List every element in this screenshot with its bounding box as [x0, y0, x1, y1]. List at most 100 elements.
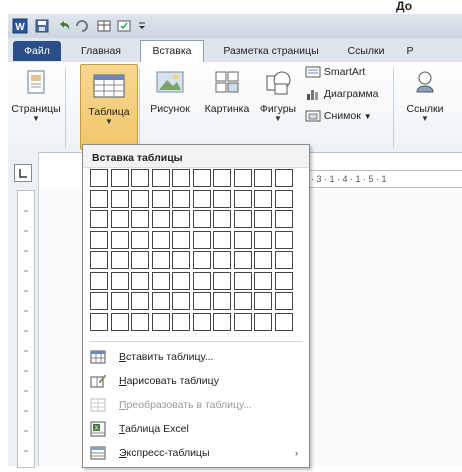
undo-icon[interactable]	[56, 18, 72, 34]
table-grid-cell[interactable]	[172, 230, 190, 249]
table-grid-cell[interactable]	[254, 251, 272, 269]
menu-item-insert-table[interactable]: Вставить таблицу...	[84, 347, 308, 367]
table-grid-cell[interactable]	[90, 251, 108, 269]
table-grid-cell[interactable]	[213, 292, 231, 310]
pages-button[interactable]: Страницы ▼	[10, 68, 62, 123]
table-grid-cell[interactable]	[90, 189, 108, 208]
redo-icon[interactable]	[74, 18, 90, 34]
table-grid-cell[interactable]	[254, 292, 272, 310]
table-size-grid[interactable]	[90, 169, 302, 333]
table-grid-cell[interactable]	[110, 292, 129, 310]
table-grid-cell[interactable]	[233, 210, 252, 228]
horizontal-ruler[interactable]: · 1 · 3 · 1 · 4 · 1 · 5 · 1	[292, 170, 462, 188]
table-grid-cell[interactable]	[254, 271, 272, 290]
table-grid-cell[interactable]	[192, 292, 211, 310]
table-grid-cell[interactable]	[110, 169, 129, 187]
screenshot-button[interactable]: Снимок ▼	[305, 108, 372, 126]
table-grid-cell[interactable]	[233, 292, 252, 310]
smartart-button[interactable]: SmartArt	[305, 64, 365, 82]
table-grid-cell[interactable]	[131, 312, 149, 331]
table-grid-cell[interactable]	[151, 312, 170, 331]
links-button[interactable]: Ссылки ▼	[400, 68, 450, 123]
tab-page-layout[interactable]: Разметка страницы	[212, 41, 330, 61]
picture-button[interactable]: Рисунок	[142, 68, 198, 115]
table-grid-cell[interactable]	[213, 271, 231, 290]
table-grid-cell[interactable]	[274, 292, 293, 310]
menu-item-quick-tables[interactable]: Экспресс-таблицы ›	[84, 443, 308, 463]
table-grid-cell[interactable]	[213, 312, 231, 331]
clipart-button[interactable]: Картинка	[198, 68, 256, 115]
table-grid-cell[interactable]	[233, 251, 252, 269]
table-grid-cell[interactable]	[213, 230, 231, 249]
table-grid-cell[interactable]	[172, 169, 190, 187]
table-grid-cell[interactable]	[233, 169, 252, 187]
table-grid-cell[interactable]	[151, 210, 170, 228]
table-grid-cell[interactable]	[213, 251, 231, 269]
table-grid-cell[interactable]	[110, 312, 129, 331]
table-grid-cell[interactable]	[192, 230, 211, 249]
table-grid-cell[interactable]	[110, 230, 129, 249]
shapes-button[interactable]: Фигуры ▼	[254, 68, 302, 123]
table-grid-cell[interactable]	[192, 251, 211, 269]
table-grid-cell[interactable]	[274, 189, 293, 208]
table-grid-cell[interactable]	[233, 271, 252, 290]
table-grid-cell[interactable]	[274, 169, 293, 187]
vertical-ruler[interactable]	[17, 190, 35, 468]
table-button[interactable]: Таблица ▼	[80, 64, 138, 150]
table-grid-cell[interactable]	[192, 169, 211, 187]
table-grid-cell[interactable]	[233, 312, 252, 331]
table-grid-cell[interactable]	[172, 210, 190, 228]
chart-button[interactable]: Диаграмма	[305, 86, 379, 104]
tab-review[interactable]: Р	[403, 41, 417, 61]
table-grid-cell[interactable]	[213, 210, 231, 228]
table-grid-cell[interactable]	[151, 169, 170, 187]
menu-item-draw-table[interactable]: Нарисовать таблицу	[84, 371, 308, 391]
table-grid-cell[interactable]	[131, 292, 149, 310]
word-icon[interactable]: W	[12, 18, 28, 34]
table-grid-cell[interactable]	[151, 271, 170, 290]
table-grid-cell[interactable]	[151, 251, 170, 269]
table-grid-cell[interactable]	[213, 189, 231, 208]
table-grid-cell[interactable]	[90, 271, 108, 290]
table-grid-cell[interactable]	[192, 271, 211, 290]
table-grid-cell[interactable]	[90, 292, 108, 310]
table-grid-cell[interactable]	[90, 230, 108, 249]
table-grid-cell[interactable]	[213, 169, 231, 187]
table-grid-cell[interactable]	[172, 271, 190, 290]
table-grid-cell[interactable]	[172, 312, 190, 331]
table-grid-cell[interactable]	[172, 292, 190, 310]
table-grid-cell[interactable]	[172, 189, 190, 208]
tab-insert[interactable]: Вставка	[140, 40, 204, 62]
table-grid-cell[interactable]	[151, 292, 170, 310]
table-grid-cell[interactable]	[131, 230, 149, 249]
table-grid-cell[interactable]	[131, 251, 149, 269]
table-grid-cell[interactable]	[274, 210, 293, 228]
table-grid-cell[interactable]	[131, 271, 149, 290]
table-grid-cell[interactable]	[192, 312, 211, 331]
table-grid-cell[interactable]	[131, 210, 149, 228]
table-grid-cell[interactable]	[90, 169, 108, 187]
table-grid-cell[interactable]	[110, 210, 129, 228]
table-grid-cell[interactable]	[254, 230, 272, 249]
table-grid-cell[interactable]	[233, 230, 252, 249]
tab-file[interactable]: Файл	[13, 41, 61, 61]
table-grid-cell[interactable]	[274, 312, 293, 331]
table-grid-cell[interactable]	[254, 169, 272, 187]
tab-home[interactable]: Главная	[70, 41, 132, 61]
check-table-icon[interactable]	[116, 18, 132, 34]
table-grid-cell[interactable]	[274, 230, 293, 249]
table-grid-cell[interactable]	[192, 210, 211, 228]
table-grid-cell[interactable]	[90, 210, 108, 228]
table-grid-cell[interactable]	[110, 189, 129, 208]
table-icon[interactable]	[96, 18, 112, 34]
tab-selector[interactable]	[14, 164, 32, 182]
tab-references[interactable]: Ссылки	[338, 41, 394, 61]
table-grid-cell[interactable]	[254, 189, 272, 208]
table-grid-cell[interactable]	[233, 189, 252, 208]
table-grid-cell[interactable]	[274, 251, 293, 269]
table-grid-cell[interactable]	[90, 312, 108, 331]
table-grid-cell[interactable]	[254, 312, 272, 331]
menu-item-excel-table[interactable]: X Таблица Excel	[84, 419, 308, 439]
table-grid-cell[interactable]	[151, 230, 170, 249]
table-grid-cell[interactable]	[131, 189, 149, 208]
